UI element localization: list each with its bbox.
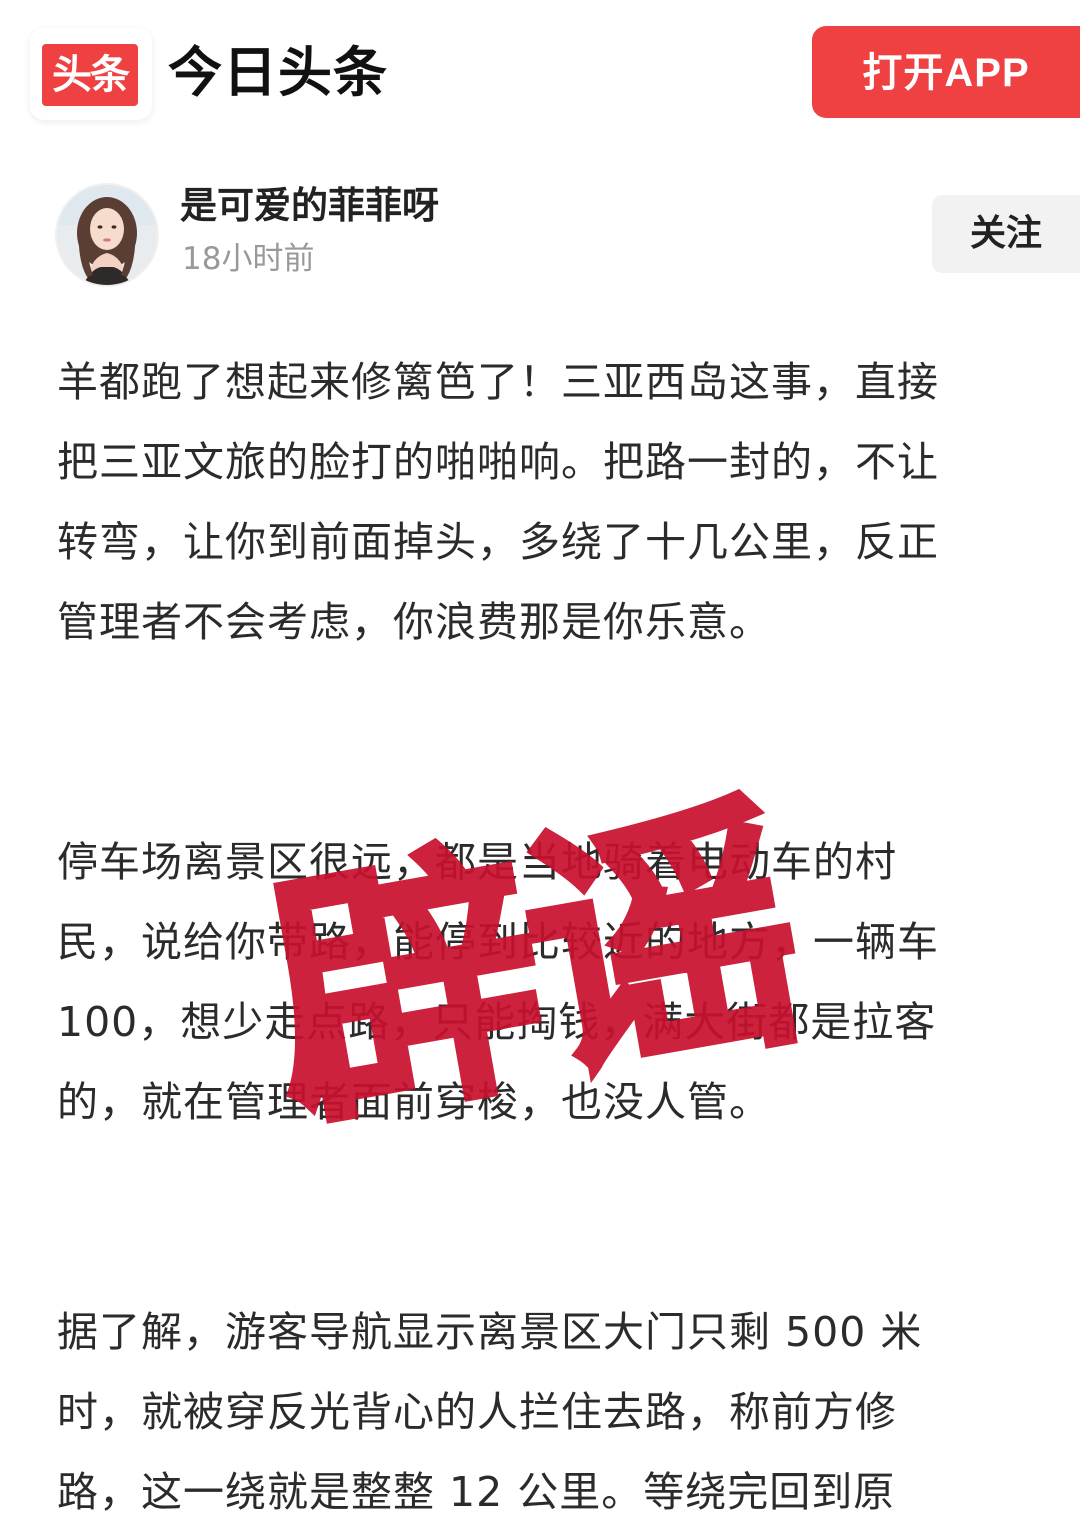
toutiao-logo[interactable]: 头条 — [30, 28, 152, 120]
paragraph-line: 路，这一绕就是整整 12 公里。等绕完回到原 — [57, 1468, 896, 1516]
open-app-button[interactable]: 打开APP — [812, 26, 1080, 118]
post-time: 18小时前 — [182, 241, 315, 277]
paragraph-line: 羊都跑了想起来修篱笆了！三亚西岛这事，直接 — [57, 358, 939, 406]
paragraph-line: 据了解，游客导航显示离景区大门只剩 500 米 — [57, 1308, 923, 1356]
author-row: 是可爱的菲菲呀 18小时前 关注 — [0, 175, 1080, 295]
app-header: 头条 今日头条 打开APP — [0, 0, 1080, 140]
paragraph-line: 管理者不会考虑，你浪费那是你乐意。 — [57, 598, 771, 646]
article-paragraph: 停车场离景区很远，都是当地骑着电动车的村 民，说给你带路，能停到比较近的地方，一… — [57, 822, 939, 1142]
paragraph-line: 的，就在管理者面前穿梭，也没人管。 — [57, 1078, 771, 1126]
paragraph-line: 100，想少走点路，只能掏钱，满大街都是拉客 — [57, 998, 937, 1046]
paragraph-line: 时，就被穿反光背心的人拦住去路，称前方修 — [57, 1388, 897, 1436]
author-name[interactable]: 是可爱的菲菲呀 — [180, 181, 439, 231]
avatar[interactable] — [55, 183, 159, 287]
paragraph-line: 把三亚文旅的脸打的啪啪响。把路一封的，不让 — [57, 438, 939, 486]
follow-button[interactable]: 关注 — [932, 195, 1080, 273]
app-name: 今日头条 — [168, 41, 388, 104]
paragraph-line: 民，说给你带路，能停到比较近的地方，一辆车 — [57, 918, 939, 966]
paragraph-line: 停车场离景区很远，都是当地骑着电动车的村 — [57, 838, 897, 886]
article-paragraph: 羊都跑了想起来修篱笆了！三亚西岛这事，直接 把三亚文旅的脸打的啪啪响。把路一封的… — [57, 342, 939, 662]
avatar-image — [57, 185, 157, 285]
paragraph-line: 转弯，让你到前面掉头，多绕了十几公里，反正 — [57, 518, 939, 566]
article-paragraph: 据了解，游客导航显示离景区大门只剩 500 米 时，就被穿反光背心的人拦住去路，… — [57, 1292, 922, 1532]
logo-text: 头条 — [42, 44, 138, 106]
